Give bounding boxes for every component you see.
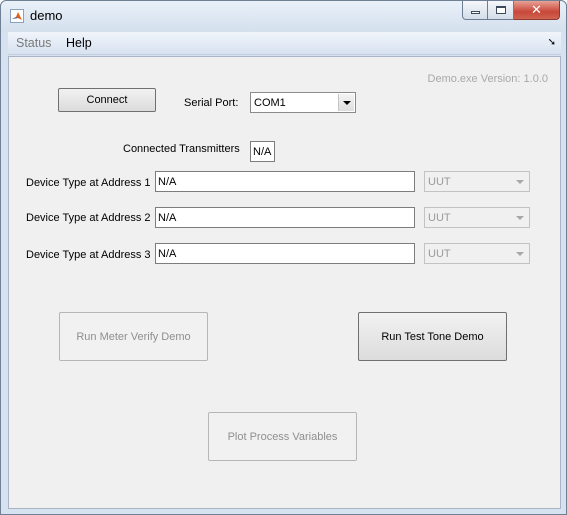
matlab-icon bbox=[10, 9, 24, 23]
serial-port-select[interactable]: COM1 bbox=[250, 92, 356, 113]
maximize-button[interactable] bbox=[488, 1, 514, 20]
device-3-type-value: UUT bbox=[428, 248, 451, 260]
run-meter-verify-button[interactable]: Run Meter Verify Demo bbox=[59, 312, 208, 361]
connected-transmitters-value: N/A bbox=[250, 141, 275, 162]
chevron-down-icon bbox=[338, 94, 354, 111]
chevron-down-icon bbox=[512, 209, 528, 226]
device-1-field[interactable]: N/A bbox=[155, 171, 415, 192]
device-1-type-select: UUT bbox=[424, 171, 530, 192]
menu-status[interactable]: Status bbox=[16, 36, 51, 50]
maximize-icon bbox=[495, 6, 506, 14]
title-bar[interactable]: demo ✕ bbox=[1, 1, 566, 31]
chevron-down-icon bbox=[512, 173, 528, 190]
app-window: demo ✕ Status Help ➘ Demo.exe Version: 1… bbox=[0, 0, 567, 515]
device-1-type-value: UUT bbox=[428, 176, 451, 188]
main-panel: Demo.exe Version: 1.0.0 Connect Serial P… bbox=[8, 56, 561, 509]
serial-port-label: Serial Port: bbox=[184, 97, 239, 109]
run-test-tone-button[interactable]: Run Test Tone Demo bbox=[358, 312, 507, 361]
window-title: demo bbox=[30, 8, 63, 23]
close-button[interactable]: ✕ bbox=[514, 1, 560, 20]
device-2-type-select: UUT bbox=[424, 207, 530, 228]
device-2-field[interactable]: N/A bbox=[155, 207, 415, 228]
menu-help[interactable]: Help bbox=[66, 36, 92, 50]
chevron-down-icon bbox=[512, 245, 528, 262]
minimize-icon bbox=[470, 11, 480, 14]
close-icon: ✕ bbox=[531, 2, 542, 18]
device-2-type-value: UUT bbox=[428, 212, 451, 224]
serial-port-value: COM1 bbox=[254, 97, 286, 109]
dock-arrow-icon[interactable]: ➘ bbox=[548, 37, 556, 48]
minimize-button[interactable] bbox=[462, 1, 488, 20]
plot-process-variables-button[interactable]: Plot Process Variables bbox=[208, 412, 357, 461]
window-controls: ✕ bbox=[462, 1, 560, 21]
connected-transmitters-label: Connected Transmitters bbox=[123, 143, 240, 155]
device-1-label: Device Type at Address 1 bbox=[26, 177, 151, 189]
device-3-label: Device Type at Address 3 bbox=[26, 249, 151, 261]
device-3-type-select: UUT bbox=[424, 243, 530, 264]
device-3-field[interactable]: N/A bbox=[155, 243, 415, 264]
device-2-label: Device Type at Address 2 bbox=[26, 212, 151, 224]
connect-button[interactable]: Connect bbox=[58, 88, 156, 112]
version-label: Demo.exe Version: 1.0.0 bbox=[427, 73, 548, 85]
menu-bar: Status Help ➘ bbox=[8, 32, 561, 55]
